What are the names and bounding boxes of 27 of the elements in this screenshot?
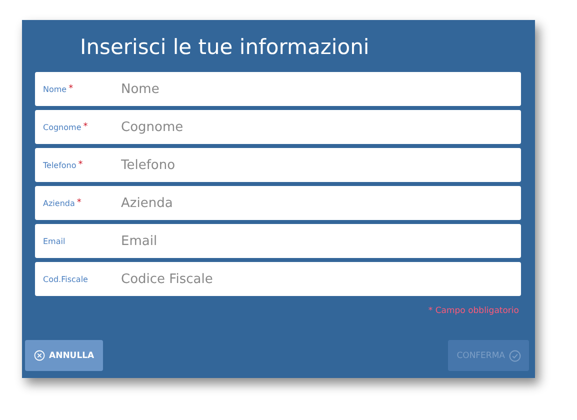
input-field[interactable]: Azienda: [119, 194, 521, 212]
form-field[interactable]: Cod.Fiscale Codice Fiscale: [35, 262, 521, 296]
form-field[interactable]: Cognome * Cognome: [35, 110, 521, 144]
field-label: Email: [43, 236, 66, 246]
field-label: Cod.Fiscale: [43, 274, 88, 284]
close-icon: [34, 350, 45, 361]
form-field[interactable]: Email Email: [35, 224, 521, 258]
form-field[interactable]: Telefono * Telefono: [35, 148, 521, 182]
required-mark: *: [68, 84, 74, 92]
check-icon: [509, 350, 521, 362]
required-mark: *: [83, 122, 88, 130]
field-label: Nome: [43, 84, 67, 94]
input-field[interactable]: Codice Fiscale: [119, 270, 521, 288]
input-field[interactable]: Telefono: [119, 156, 521, 174]
required-mark: *: [76, 198, 82, 206]
required-note: * Campo obbligatorio: [428, 306, 519, 316]
field-label: Azienda: [43, 198, 75, 208]
field-label: Telefono: [43, 160, 76, 170]
input-field[interactable]: Email: [119, 232, 521, 250]
form-field[interactable]: Nome * Nome: [35, 72, 521, 106]
input-field[interactable]: Cognome: [119, 118, 521, 136]
cancel-button[interactable]: ANNULLA: [25, 340, 104, 371]
input-field[interactable]: Nome: [119, 80, 521, 98]
dialog-title: Inserisci le tue informazioni: [80, 34, 370, 61]
field-label: Cognome: [43, 122, 82, 132]
form-field[interactable]: Azienda * Azienda: [35, 186, 521, 220]
required-mark: *: [78, 160, 83, 168]
